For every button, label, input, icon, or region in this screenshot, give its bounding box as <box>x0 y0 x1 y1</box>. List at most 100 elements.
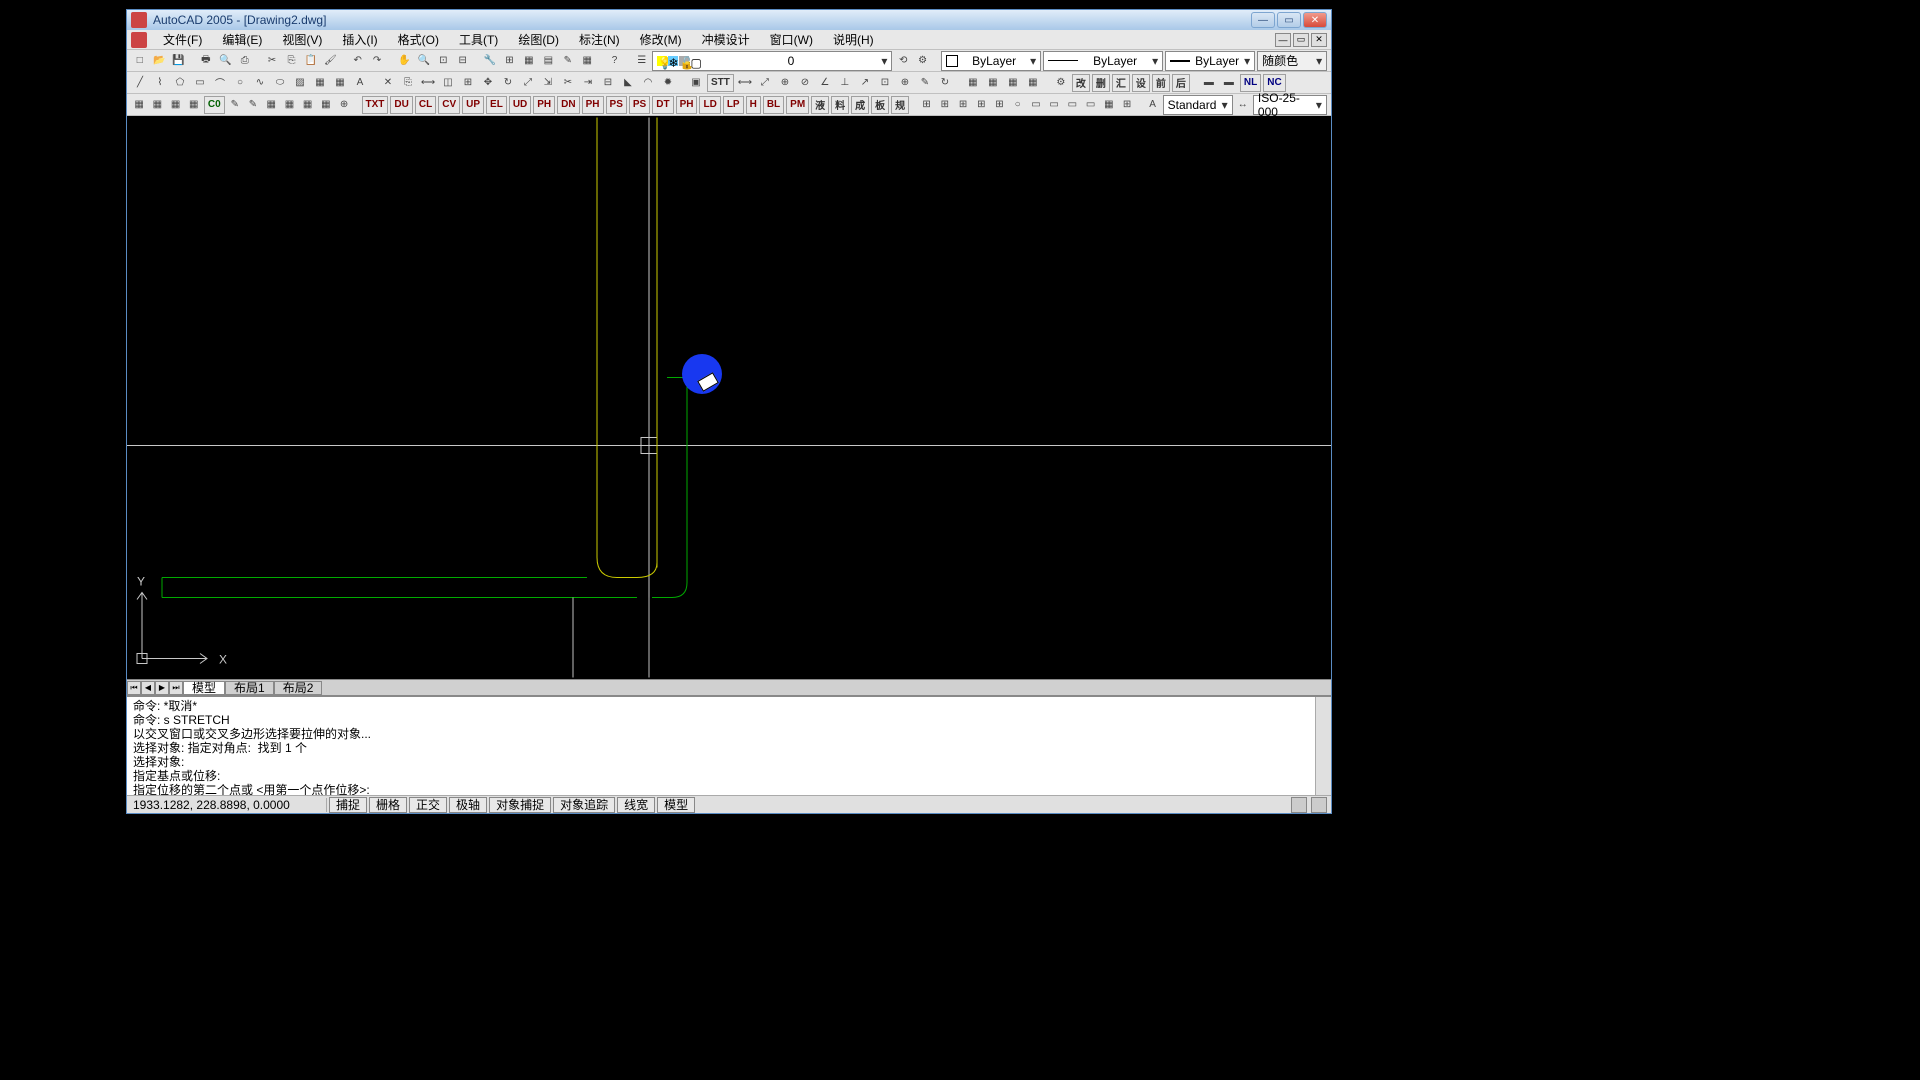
layer-dropdown[interactable]: 💡❄🔓▢ 0 ▾ <box>652 51 892 71</box>
designcenter-icon[interactable]: ⊞ <box>501 52 518 70</box>
qcalc-icon[interactable]: ▦ <box>579 52 596 70</box>
menu-view[interactable]: 视图(V) <box>278 29 326 50</box>
tab-layout1[interactable]: 布局1 <box>225 681 274 695</box>
co-btn[interactable]: C0 <box>204 96 225 114</box>
cut-icon[interactable]: ✂ <box>263 52 280 70</box>
pm-btn[interactable]: PM <box>786 96 809 114</box>
line-icon[interactable]: ╱ <box>131 74 149 92</box>
cv-btn[interactable]: CV <box>438 96 460 114</box>
array-icon[interactable]: ⊞ <box>459 74 477 92</box>
ph2-btn[interactable]: PH <box>582 96 604 114</box>
modelspace-toggle[interactable]: 模型 <box>657 797 695 813</box>
custom-c-icon[interactable]: ▦ <box>1004 74 1022 92</box>
custom-g-icon[interactable]: ▬ <box>1220 74 1238 92</box>
ph3-btn[interactable]: PH <box>676 96 698 114</box>
t3-q-icon[interactable]: ○ <box>1010 96 1026 114</box>
textstyle-dropdown[interactable]: Standard ▾ <box>1163 95 1233 115</box>
matchprop-icon[interactable]: 🖌 <box>322 52 339 70</box>
tab-prev-button[interactable]: ◀ <box>141 681 155 695</box>
hatch-icon[interactable]: ▨ <box>291 74 309 92</box>
fillet-icon[interactable]: ◠ <box>639 74 657 92</box>
t3-t-icon[interactable]: ▭ <box>1064 96 1080 114</box>
menu-modify[interactable]: 修改(M) <box>636 29 686 50</box>
dim-update-icon[interactable]: ↻ <box>936 74 954 92</box>
dimstyle-icon[interactable]: ↔ <box>1235 96 1251 114</box>
ellipse-icon[interactable]: ⬭ <box>271 74 289 92</box>
t3-k-icon[interactable]: ⊕ <box>336 96 352 114</box>
t3-u-icon[interactable]: ▭ <box>1082 96 1098 114</box>
polar-toggle[interactable]: 极轴 <box>449 797 487 813</box>
help-icon[interactable]: ? <box>606 52 623 70</box>
properties-icon[interactable]: 🔧 <box>481 52 498 70</box>
tab-last-button[interactable]: ⏭ <box>169 681 183 695</box>
stretch-icon[interactable]: ⇲ <box>539 74 557 92</box>
t3-e-icon[interactable]: ✎ <box>227 96 243 114</box>
mdi-minimize-button[interactable]: — <box>1275 33 1291 47</box>
t3-p-icon[interactable]: ⊞ <box>991 96 1007 114</box>
scale-icon[interactable]: ⤢ <box>519 74 537 92</box>
undo-icon[interactable]: ↶ <box>349 52 366 70</box>
mdi-restore-button[interactable]: ▭ <box>1293 33 1309 47</box>
markup-icon[interactable]: ✎ <box>559 52 576 70</box>
linetype-dropdown[interactable]: ByLayer ▾ <box>1043 51 1163 71</box>
t3-n-icon[interactable]: ⊞ <box>955 96 971 114</box>
bl-btn[interactable]: BL <box>763 96 784 114</box>
ud-btn[interactable]: UD <box>509 96 531 114</box>
spline-icon[interactable]: ∿ <box>251 74 269 92</box>
back-btn[interactable]: 后 <box>1172 74 1190 92</box>
command-window[interactable]: 命令: *取消* 命令: s STRETCH 以交叉窗口或交叉多边形选择要拉伸的… <box>127 695 1331 795</box>
minimize-button[interactable]: — <box>1251 12 1275 28</box>
pan-icon[interactable]: ✋ <box>396 52 413 70</box>
delete-btn[interactable]: 删 <box>1092 74 1110 92</box>
lp-btn[interactable]: LP <box>723 96 744 114</box>
menu-window[interactable]: 窗口(W) <box>766 29 817 50</box>
save-icon[interactable]: 💾 <box>170 52 187 70</box>
region-icon[interactable]: ▦ <box>311 74 329 92</box>
modify-btn[interactable]: 改 <box>1072 74 1090 92</box>
paste-icon[interactable]: 📋 <box>302 52 319 70</box>
publish-icon[interactable]: ⎙ <box>236 52 253 70</box>
offset-icon[interactable]: ◫ <box>439 74 457 92</box>
osnap-toggle[interactable]: 对象捕捉 <box>489 797 551 813</box>
t3-b-icon[interactable]: ▦ <box>149 96 165 114</box>
leader-icon[interactable]: ↗ <box>856 74 874 92</box>
tray-icon-2[interactable] <box>1311 797 1327 813</box>
plate-btn[interactable]: 板 <box>871 96 889 114</box>
move-icon[interactable]: ✥ <box>479 74 497 92</box>
tab-next-button[interactable]: ▶ <box>155 681 169 695</box>
t3-m-icon[interactable]: ⊞ <box>937 96 953 114</box>
menu-file[interactable]: 文件(F) <box>159 29 206 50</box>
stt-button[interactable]: STT <box>707 74 734 92</box>
custom-a-icon[interactable]: ▦ <box>964 74 982 92</box>
custom-e-icon[interactable]: ⚙ <box>1052 74 1070 92</box>
menu-insert[interactable]: 插入(I) <box>338 29 381 50</box>
t3-h-icon[interactable]: ▦ <box>281 96 297 114</box>
table-icon[interactable]: ▦ <box>331 74 349 92</box>
t3-o-icon[interactable]: ⊞ <box>973 96 989 114</box>
front-btn[interactable]: 前 <box>1152 74 1170 92</box>
nl-btn[interactable]: NL <box>1240 74 1261 92</box>
arc-icon[interactable]: ⌒ <box>211 74 229 92</box>
mtext-icon[interactable]: A <box>351 74 369 92</box>
ps2-btn[interactable]: PS <box>629 96 650 114</box>
menu-format[interactable]: 格式(O) <box>394 29 443 50</box>
t3-f-icon[interactable]: ✎ <box>245 96 261 114</box>
layer-manager-icon[interactable]: ☰ <box>633 52 650 70</box>
plotstyle-dropdown[interactable]: 随颜色 ▾ <box>1257 51 1327 71</box>
redo-icon[interactable]: ↷ <box>368 52 385 70</box>
dim-diameter-icon[interactable]: ⊘ <box>796 74 814 92</box>
form-btn[interactable]: 成 <box>851 96 869 114</box>
custom-f-icon[interactable]: ▬ <box>1200 74 1218 92</box>
lwt-toggle[interactable]: 线宽 <box>617 797 655 813</box>
menu-die[interactable]: 冲模设计 <box>698 29 754 50</box>
copy-obj-icon[interactable]: ⎘ <box>399 74 417 92</box>
ph1-btn[interactable]: PH <box>533 96 555 114</box>
t3-j-icon[interactable]: ▦ <box>318 96 334 114</box>
liquid-btn[interactable]: 液 <box>811 96 829 114</box>
extend-icon[interactable]: ⇥ <box>579 74 597 92</box>
copy-icon[interactable]: ⎘ <box>283 52 300 70</box>
t3-d-icon[interactable]: ▦ <box>186 96 202 114</box>
mdi-close-button[interactable]: ✕ <box>1311 33 1327 47</box>
close-button[interactable]: ✕ <box>1303 12 1327 28</box>
du-btn[interactable]: DU <box>390 96 412 114</box>
